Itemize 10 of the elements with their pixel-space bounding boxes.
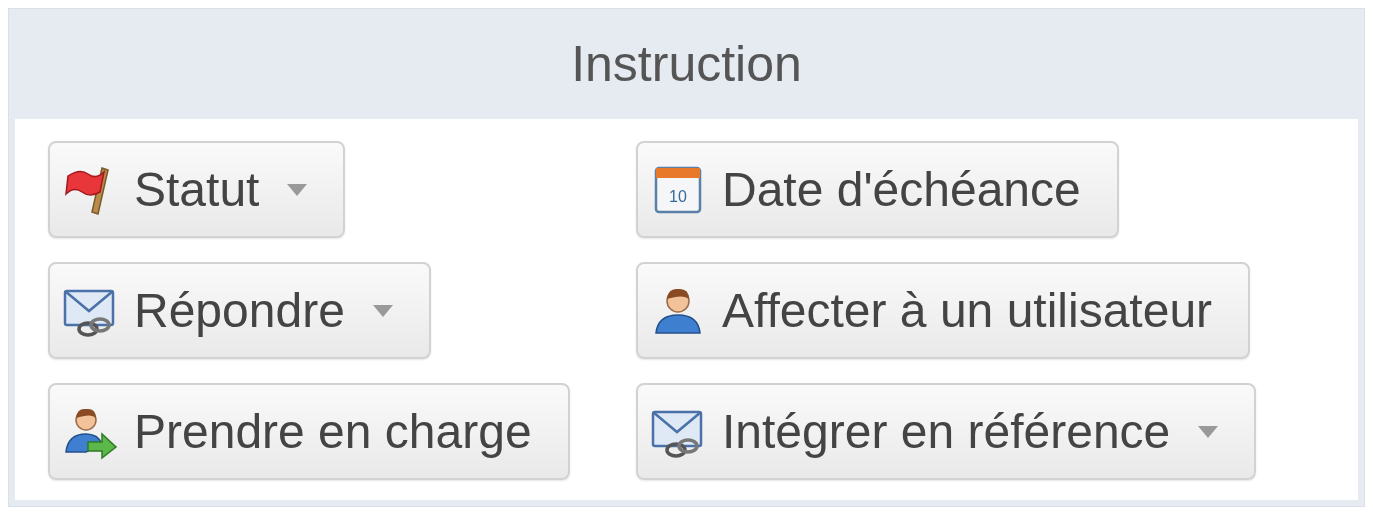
panel-title: Instruction (571, 35, 802, 93)
action-button[interactable]: Intégrer en référence (636, 383, 1257, 480)
caret-icon (372, 304, 393, 317)
action-button[interactable]: Statut (48, 141, 346, 238)
action-button[interactable]: 10 Date d'échéance (636, 141, 1119, 238)
action-button[interactable]: Affecter à un utilisateur (636, 262, 1251, 359)
action-button[interactable]: Prendre en charge (48, 383, 570, 480)
caret-icon (287, 183, 308, 196)
caret-icon (1198, 425, 1219, 438)
action-button[interactable]: Répondre (48, 262, 431, 359)
